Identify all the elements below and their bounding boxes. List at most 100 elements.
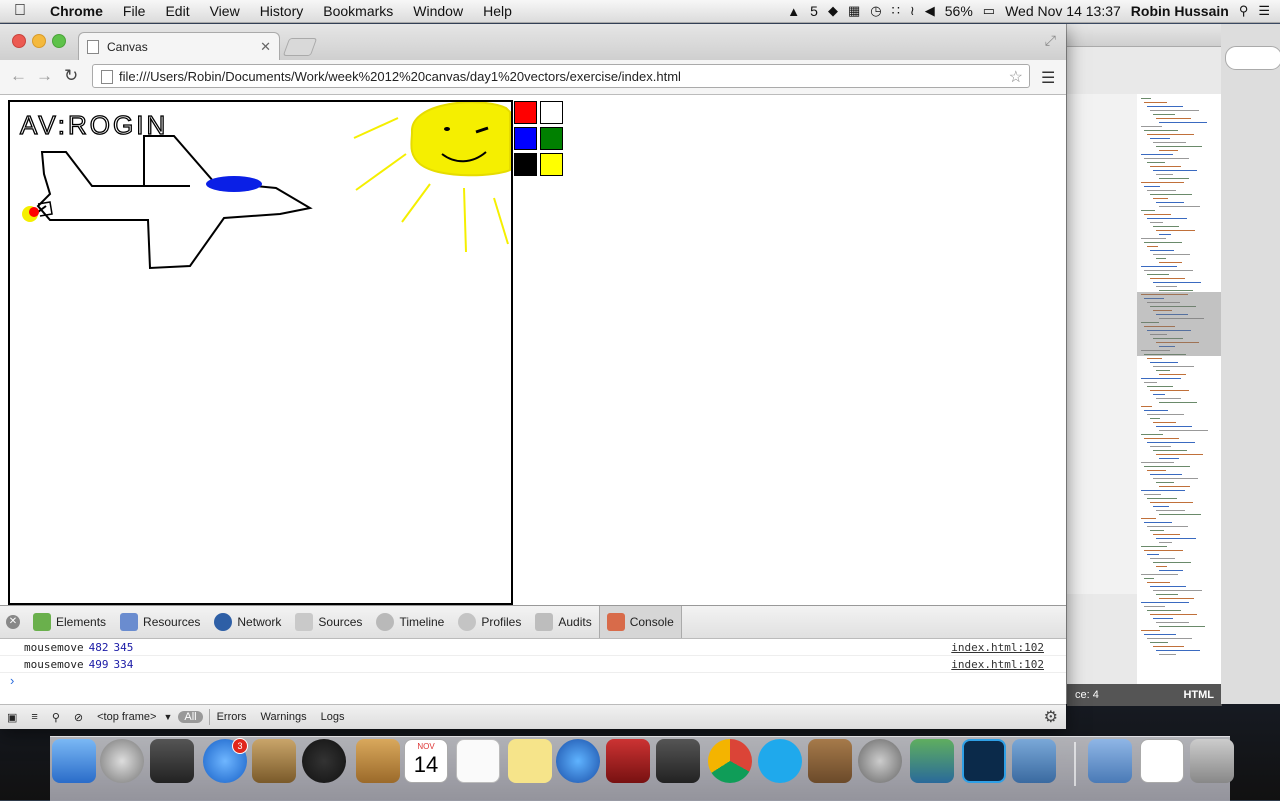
menu-app-name[interactable]: Chrome (40, 3, 113, 19)
editor-syntax-label[interactable]: HTML (1183, 689, 1214, 701)
chrome-menu-icon[interactable]: ☰ (1041, 68, 1055, 88)
itunes-icon[interactable] (556, 739, 600, 783)
window-close-button[interactable] (12, 34, 26, 48)
tab-console[interactable]: Console (598, 606, 682, 638)
applications-folder-icon[interactable] (1088, 739, 1132, 783)
grid-icon[interactable]: ▦ (848, 3, 860, 19)
swatch-red[interactable] (514, 101, 537, 124)
adobe-icon[interactable]: ▲ (787, 4, 800, 19)
log-source-link[interactable]: index.html:102 (951, 641, 1044, 654)
keynote-icon[interactable] (808, 739, 852, 783)
tab-profiles[interactable]: Profiles (451, 606, 528, 638)
documents-stack-icon[interactable] (1140, 739, 1184, 783)
apple-menu-icon[interactable]:  (0, 2, 40, 20)
stickies-icon[interactable] (508, 739, 552, 783)
minimap-code-line (1144, 606, 1165, 607)
minimap-code-line (1147, 526, 1188, 527)
swatch-yellow[interactable] (540, 153, 563, 176)
minimap-code-line (1150, 362, 1178, 363)
notification-list-icon[interactable]: ☰ (1258, 3, 1270, 19)
frame-selector[interactable]: <top frame> (90, 711, 163, 723)
swatch-black[interactable] (514, 153, 537, 176)
show-drawer-icon[interactable]: ≡ (24, 711, 44, 723)
log-source-link[interactable]: index.html:102 (951, 658, 1044, 671)
spotlight-search-icon[interactable]: ⚲ (1239, 3, 1249, 19)
fullscreen-icon[interactable]: ⤢ (1045, 32, 1056, 49)
tab-elements[interactable]: Elements (26, 606, 113, 638)
devtools-close-icon[interactable]: ✕ (6, 615, 20, 629)
photoshop-icon[interactable] (962, 739, 1006, 783)
back-arrow-icon[interactable]: ← (10, 66, 27, 86)
tab-close-icon[interactable]: ✕ (260, 39, 271, 55)
menu-edit[interactable]: Edit (155, 3, 199, 19)
filter-all[interactable]: All (178, 711, 203, 723)
tab-resources[interactable]: Resources (113, 606, 207, 638)
time-machine-icon[interactable]: ◷ (870, 3, 881, 19)
address-bar[interactable]: file:///Users/Robin/Documents/Work/week%… (92, 64, 1030, 88)
bluetooth-icon[interactable]: ∷ (892, 3, 900, 19)
tab-canvas[interactable]: Canvas ✕ (78, 32, 280, 60)
preview-icon[interactable] (252, 739, 296, 783)
menu-view[interactable]: View (200, 3, 250, 19)
dock-toggle-icon[interactable]: ▣ (0, 711, 24, 724)
new-tab-button[interactable] (282, 38, 318, 56)
launchpad-icon[interactable] (100, 739, 144, 783)
editor-minimap[interactable] (1137, 94, 1222, 684)
calendar-icon[interactable]: NOV 14 (404, 739, 448, 783)
swatch-white[interactable] (540, 101, 563, 124)
swatch-blue[interactable] (514, 127, 537, 150)
url-text[interactable]: file:///Users/Robin/Documents/Work/week%… (119, 69, 681, 84)
tab-audits[interactable]: Audits (528, 606, 598, 638)
tab-timeline[interactable]: Timeline (369, 606, 451, 638)
menu-file[interactable]: File (113, 3, 156, 19)
elements-icon (33, 613, 51, 631)
filter-warnings[interactable]: Warnings (254, 711, 314, 723)
window-minimize-button[interactable] (32, 34, 46, 48)
forward-arrow-icon[interactable]: → (36, 66, 53, 86)
filter-logs[interactable]: Logs (314, 711, 352, 723)
volume-icon[interactable]: ◀ (925, 3, 935, 19)
filter-errors[interactable]: Errors (210, 711, 254, 723)
swatch-green[interactable] (540, 127, 563, 150)
photo-booth-icon[interactable] (606, 739, 650, 783)
minimap-code-line (1153, 170, 1197, 171)
contacts-icon[interactable] (356, 739, 400, 783)
background-search-field[interactable] (1225, 46, 1280, 70)
menu-history[interactable]: History (250, 3, 314, 19)
minimap-code-line (1153, 142, 1186, 143)
numbers-icon[interactable] (910, 739, 954, 783)
user-name[interactable]: Robin Hussain (1131, 3, 1229, 19)
menu-help[interactable]: Help (473, 3, 522, 19)
clear-console-icon[interactable]: ⊘ (67, 711, 90, 724)
menu-window[interactable]: Window (403, 3, 473, 19)
skype-icon[interactable] (758, 739, 802, 783)
gear-icon[interactable]: ⚙ (1044, 707, 1066, 727)
sublime-text-icon[interactable] (656, 739, 700, 783)
tab-network[interactable]: Network (207, 606, 288, 638)
drawing-canvas[interactable]: AV:ROGIN (8, 100, 513, 605)
minimap-code-line (1156, 650, 1200, 651)
script-editor-icon[interactable] (858, 739, 902, 783)
bookmark-star-icon[interactable]: ☆ (1009, 67, 1023, 87)
wifi-icon[interactable]: ≀ (910, 3, 915, 19)
chrome-icon[interactable] (708, 739, 752, 783)
mission-control-icon[interactable] (150, 739, 194, 783)
trash-icon[interactable] (1190, 739, 1234, 783)
facetime-icon[interactable] (302, 739, 346, 783)
window-zoom-button[interactable] (52, 34, 66, 48)
page-content: AV:ROGIN (0, 95, 1066, 606)
minimap-viewport[interactable] (1137, 292, 1222, 356)
tab-sources[interactable]: Sources (288, 606, 369, 638)
search-icon[interactable]: ⚲ (45, 711, 67, 724)
clock[interactable]: Wed Nov 14 13:37 (1005, 3, 1121, 19)
iphoto-icon[interactable] (1012, 739, 1056, 783)
minimap-code-line (1156, 286, 1177, 287)
minimap-code-line (1153, 114, 1175, 115)
finder-icon[interactable] (52, 739, 96, 783)
reload-icon[interactable]: ↻ (64, 66, 78, 86)
menu-bookmarks[interactable]: Bookmarks (313, 3, 403, 19)
battery-icon[interactable]: ▭ (983, 3, 995, 19)
dropbox-icon[interactable]: ◆ (828, 3, 838, 19)
console-prompt[interactable]: › (0, 673, 1066, 693)
reminders-icon[interactable] (456, 739, 500, 783)
